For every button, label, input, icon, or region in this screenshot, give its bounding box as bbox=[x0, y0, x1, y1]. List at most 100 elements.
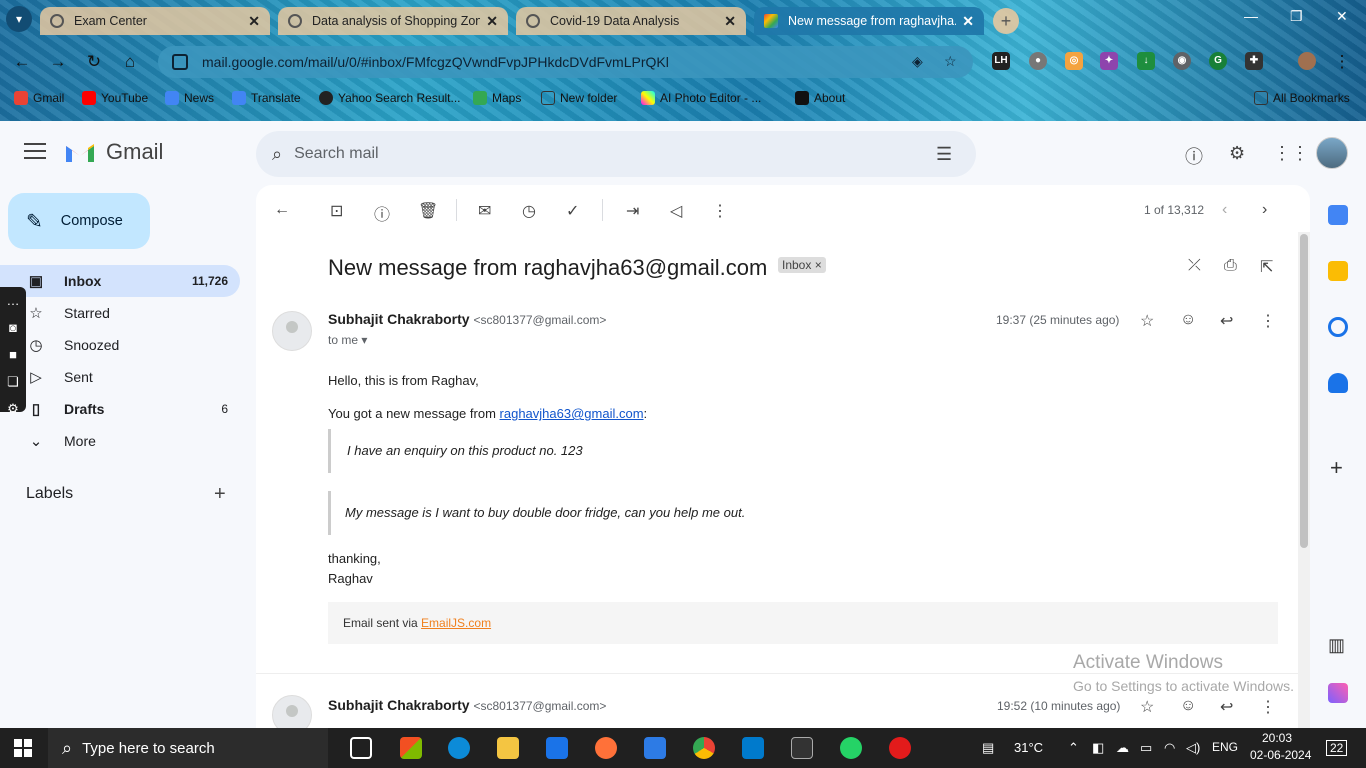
tool-settings-icon[interactable]: ⚙ bbox=[0, 395, 26, 422]
extensions-puzzle-icon[interactable]: ✚ bbox=[1245, 52, 1263, 70]
mysql-icon[interactable] bbox=[791, 737, 813, 759]
label-icon[interactable]: ◁ bbox=[670, 201, 682, 221]
add-task-icon[interactable]: ✓ bbox=[566, 201, 579, 221]
new-tab-button[interactable]: + bbox=[993, 8, 1019, 34]
clock-date[interactable]: 02-06-2024 bbox=[1250, 748, 1311, 762]
sidebar-item-starred[interactable]: ☆ Starred bbox=[0, 297, 240, 329]
open-new-window-icon[interactable]: ⇱ bbox=[1260, 257, 1273, 277]
site-info-icon[interactable] bbox=[172, 54, 188, 70]
more-dots-icon[interactable]: … bbox=[0, 287, 26, 314]
print-icon[interactable]: ⎙ bbox=[1224, 257, 1237, 275]
bookmark-youtube[interactable]: YouTube bbox=[82, 91, 148, 105]
recipients-toggle[interactable]: to me ▾ bbox=[328, 333, 367, 347]
address-bar[interactable]: mail.google.com/mail/u/0/#inbox/FMfcgzQV… bbox=[158, 46, 973, 78]
back-icon[interactable]: ← bbox=[10, 50, 34, 74]
extension-lh-icon[interactable]: LH bbox=[992, 52, 1010, 70]
main-menu-icon[interactable] bbox=[24, 143, 46, 159]
star-icon[interactable]: ☆ bbox=[1140, 311, 1154, 331]
scrollbar-thumb[interactable] bbox=[1300, 234, 1308, 548]
compose-button[interactable]: ✎ Compose bbox=[8, 193, 150, 249]
collapse-all-icon[interactable]: ⤫ bbox=[1188, 257, 1201, 275]
weather-temp[interactable]: 31°C bbox=[1014, 740, 1043, 755]
tab-exam-center[interactable]: Exam Center ✕ bbox=[40, 7, 270, 35]
emailjs-link[interactable]: EmailJS.com bbox=[421, 616, 491, 630]
gmail-logo[interactable]: Gmail bbox=[64, 139, 163, 165]
maximize-icon[interactable]: ❐ bbox=[1290, 8, 1303, 25]
wifi-icon[interactable]: ◠ bbox=[1164, 740, 1175, 756]
tab-search-button[interactable]: ▾ bbox=[6, 6, 32, 32]
sender-name[interactable]: Subhajit Chakraborty bbox=[328, 697, 470, 713]
bookmark-yahoo[interactable]: Yahoo Search Result... bbox=[319, 91, 461, 105]
sidebar-item-snoozed[interactable]: ◷ Snoozed bbox=[0, 329, 240, 361]
all-bookmarks[interactable]: All Bookmarks bbox=[1254, 91, 1350, 105]
more-actions-icon[interactable]: ⋮ bbox=[712, 201, 728, 221]
todo-icon[interactable] bbox=[644, 737, 666, 759]
message-more-icon[interactable]: ⋮ bbox=[1260, 697, 1276, 717]
apps-grid-icon[interactable]: ⋮⋮ bbox=[1273, 143, 1309, 164]
taskbar-search-input[interactable]: Type here to search bbox=[82, 740, 215, 757]
help-icon[interactable]: ⓘ bbox=[1185, 143, 1203, 169]
firefox-icon[interactable] bbox=[595, 737, 617, 759]
search-icon[interactable]: ⌕ bbox=[272, 144, 282, 165]
home-icon[interactable]: ⌂ bbox=[118, 50, 142, 74]
clock-time[interactable]: 20:03 bbox=[1262, 731, 1292, 745]
minimize-icon[interactable]: — bbox=[1244, 8, 1258, 24]
search-input[interactable]: Search mail bbox=[294, 145, 378, 163]
reading-mode-icon[interactable]: ▥ bbox=[1328, 635, 1345, 656]
bookmark-translate[interactable]: Translate bbox=[232, 91, 301, 105]
edge-icon[interactable] bbox=[448, 737, 470, 759]
whatsapp-icon[interactable] bbox=[840, 737, 862, 759]
notifications-badge[interactable]: 22 bbox=[1326, 740, 1348, 756]
scrollbar[interactable] bbox=[1298, 232, 1310, 728]
forward-icon[interactable]: → bbox=[46, 50, 70, 74]
extension-download-icon[interactable]: ↓ bbox=[1137, 52, 1155, 70]
reply-icon[interactable]: ↩ bbox=[1220, 697, 1233, 717]
reload-icon[interactable]: ↻ bbox=[82, 50, 106, 74]
weather-icon[interactable]: ▤ bbox=[982, 740, 994, 756]
keep-icon[interactable] bbox=[1328, 261, 1348, 281]
chrome-icon[interactable] bbox=[693, 737, 715, 759]
bookmark-about[interactable]: About bbox=[795, 91, 845, 105]
volume-icon[interactable]: ◁) bbox=[1186, 740, 1200, 756]
inbox-label-badge[interactable]: Inbox × bbox=[778, 257, 826, 273]
sidebar-item-more[interactable]: ⌄ More bbox=[0, 425, 240, 457]
back-to-inbox-icon[interactable]: ← bbox=[274, 201, 290, 219]
mark-unread-icon[interactable]: ✉ bbox=[478, 201, 491, 221]
newer-icon[interactable]: ‹ bbox=[1222, 201, 1227, 219]
sender-name[interactable]: Subhajit Chakraborty bbox=[328, 311, 470, 327]
bookmark-new-folder[interactable]: New folder bbox=[541, 91, 617, 105]
windows-start-icon[interactable] bbox=[14, 739, 32, 757]
calendar-icon[interactable] bbox=[1328, 205, 1348, 225]
vscode-icon[interactable] bbox=[742, 737, 764, 759]
extension-target-icon[interactable]: ◉ bbox=[1173, 52, 1191, 70]
bookmark-ai-photo[interactable]: AI Photo Editor - ... bbox=[641, 91, 761, 105]
snooze-icon[interactable]: ◷ bbox=[522, 201, 536, 221]
tasks-icon[interactable] bbox=[1328, 317, 1348, 337]
browser-menu-icon[interactable]: ⋮ bbox=[1330, 50, 1354, 74]
extension-grammar-icon[interactable]: G bbox=[1209, 52, 1227, 70]
copilot-icon[interactable] bbox=[1328, 683, 1348, 703]
window-icon[interactable]: ❏ bbox=[0, 368, 26, 395]
archive-icon[interactable]: ⊡ bbox=[330, 201, 343, 221]
close-icon[interactable]: ✕ bbox=[486, 13, 498, 30]
move-to-icon[interactable]: ⇥ bbox=[626, 201, 639, 221]
add-label-icon[interactable]: + bbox=[214, 483, 226, 506]
emoji-react-icon[interactable]: ☺ bbox=[1180, 311, 1196, 329]
bookmark-maps[interactable]: Maps bbox=[473, 91, 521, 105]
add-addon-icon[interactable]: + bbox=[1330, 455, 1343, 481]
store-icon[interactable] bbox=[400, 737, 422, 759]
close-icon[interactable]: ✕ bbox=[724, 13, 736, 30]
contacts-icon[interactable] bbox=[1328, 373, 1348, 393]
star-icon[interactable]: ☆ bbox=[1140, 697, 1154, 717]
taskbar-search[interactable]: ⌕ Type here to search bbox=[48, 728, 328, 768]
settings-gear-icon[interactable]: ⚙ bbox=[1229, 143, 1245, 164]
cloud-icon[interactable]: ☁ bbox=[1116, 740, 1129, 756]
bookmark-star-icon[interactable]: ☆ bbox=[944, 53, 957, 70]
extension-record-icon[interactable]: ● bbox=[1029, 52, 1047, 70]
meet-icon[interactable]: ◧ bbox=[1092, 740, 1104, 756]
report-spam-icon[interactable]: ⓘ bbox=[374, 201, 390, 225]
message-more-icon[interactable]: ⋮ bbox=[1260, 311, 1276, 331]
bookmark-news[interactable]: News bbox=[165, 91, 214, 105]
recorder-icon[interactable] bbox=[889, 737, 911, 759]
mail-icon[interactable] bbox=[546, 737, 568, 759]
